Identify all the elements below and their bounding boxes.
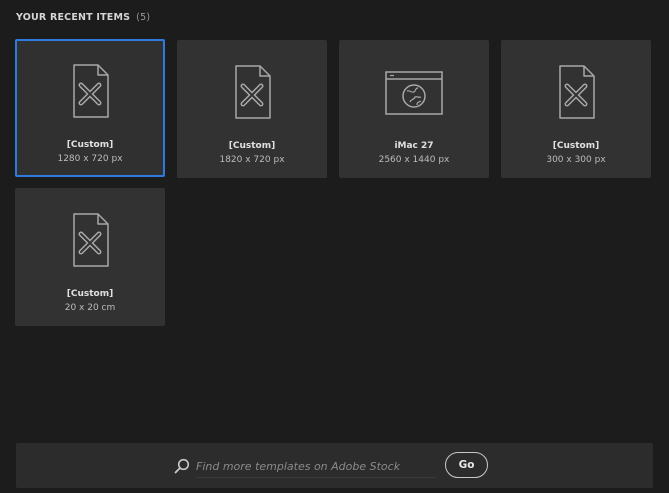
go-button[interactable]: Go (445, 452, 488, 478)
recent-item-name: iMac 27 (394, 141, 434, 151)
recent-item-size: 20 x 20 cm (64, 303, 116, 313)
search-icon (174, 458, 190, 474)
recent-item-card[interactable]: [Custom] 300 x 300 px (501, 40, 651, 178)
recent-item-card[interactable]: iMac 27 2560 x 1440 px (339, 40, 489, 178)
recent-item-name: [Custom] (66, 140, 114, 150)
recent-items-header: YOUR RECENT ITEMS (5) (16, 12, 150, 23)
recent-items-title: YOUR RECENT ITEMS (16, 12, 131, 23)
document-edit-icon (73, 64, 109, 118)
recent-item-card[interactable]: [Custom] 1820 x 720 px (177, 40, 327, 178)
document-edit-icon (559, 65, 595, 119)
recent-item-size: 1280 x 720 px (57, 154, 123, 164)
document-edit-icon (235, 65, 271, 119)
recent-item-card[interactable]: [Custom] 1280 x 720 px (15, 39, 165, 177)
recent-item-card[interactable]: [Custom] 20 x 20 cm (15, 188, 165, 326)
recent-items-count: (5) (136, 12, 151, 23)
recent-item-name: [Custom] (552, 141, 600, 151)
recent-item-size: 300 x 300 px (546, 155, 606, 165)
recent-item-name: [Custom] (66, 289, 114, 299)
recent-item-size: 1820 x 720 px (219, 155, 285, 165)
web-globe-icon (385, 71, 443, 115)
recent-item-size: 2560 x 1440 px (378, 155, 450, 165)
document-edit-icon (73, 213, 109, 267)
recent-item-name: [Custom] (228, 141, 276, 151)
template-search-input[interactable] (196, 455, 436, 478)
adobe-stock-search-bar: Go (16, 443, 653, 488)
